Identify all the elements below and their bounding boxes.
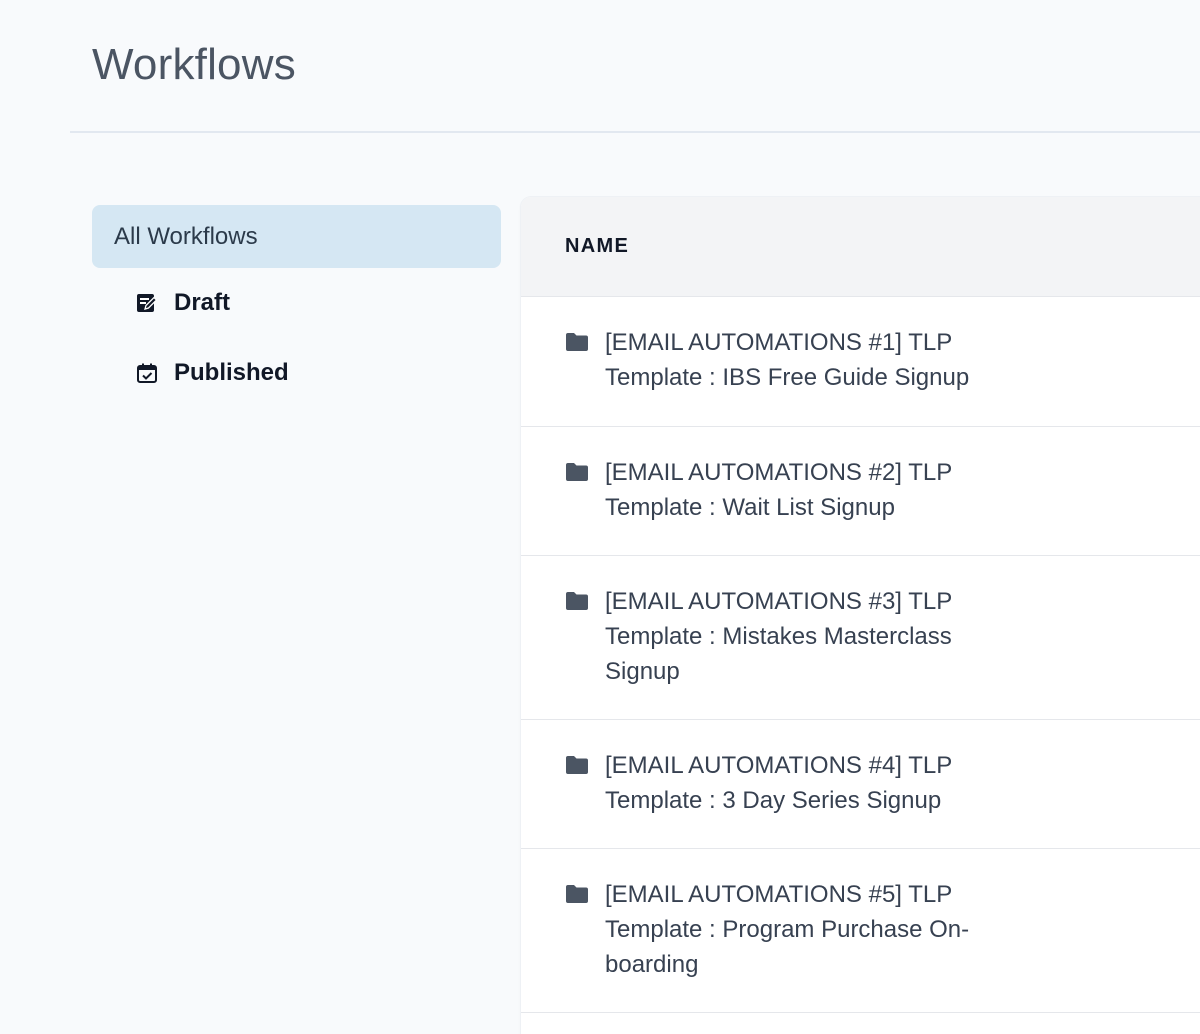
sidebar-item-label: Draft — [174, 289, 231, 316]
sidebar-item-label: Published — [174, 359, 289, 386]
table-row[interactable]: [EMAIL AUTOMATIONS #4] TLP Template : 3 … — [521, 720, 1200, 849]
draft-edit-icon — [136, 292, 158, 314]
table-row[interactable]: [EMAIL AUTOMATIONS #1] TLP Template : IB… — [521, 297, 1200, 427]
table-row[interactable]: [EMAIL AUTOMATIONS #2] TLP Template : Wa… — [521, 427, 1200, 556]
sidebar-item-draft[interactable]: Draft — [92, 268, 501, 338]
folder-icon — [565, 332, 589, 352]
workflow-name[interactable]: [EMAIL AUTOMATIONS #2] TLP Template : Wa… — [605, 455, 1025, 525]
folder-icon — [565, 755, 589, 775]
workflows-page: Workflows All Workflows Draft Published … — [0, 0, 1200, 1034]
folder-icon — [565, 884, 589, 904]
workflow-name[interactable]: [EMAIL AUTOMATIONS #1] TLP Template : IB… — [605, 325, 1025, 395]
table-row[interactable]: [EMAIL AUTOMATIONS #3] TLP Template : Mi… — [521, 556, 1200, 720]
folder-icon — [565, 462, 589, 482]
column-header-label: NAME — [565, 235, 630, 257]
calendar-check-icon — [136, 362, 158, 384]
workflow-name[interactable]: [EMAIL AUTOMATIONS #3] TLP Template : Mi… — [605, 584, 1025, 689]
page-header: Workflows — [70, 0, 1200, 133]
workflow-name[interactable]: [EMAIL AUTOMATIONS #5] TLP Template : Pr… — [605, 877, 1025, 982]
sidebar-item-label: All Workflows — [114, 222, 258, 250]
workflow-filter-sidebar: All Workflows Draft Published — [92, 205, 501, 408]
workflows-table: NAME [EMAIL AUTOMATIONS #1] TLP Template… — [521, 197, 1200, 1034]
table-row[interactable]: [EMAIL AUTOMATIONS #5] TLP Template : Pr… — [521, 849, 1200, 1013]
sidebar-item-published[interactable]: Published — [92, 338, 501, 408]
workflow-name[interactable]: [EMAIL AUTOMATIONS #4] TLP Template : 3 … — [605, 748, 1025, 818]
page-title: Workflows — [92, 40, 296, 89]
folder-icon — [565, 591, 589, 611]
sidebar-item-all-workflows[interactable]: All Workflows — [92, 205, 501, 268]
column-header-name[interactable]: NAME — [521, 197, 1200, 297]
